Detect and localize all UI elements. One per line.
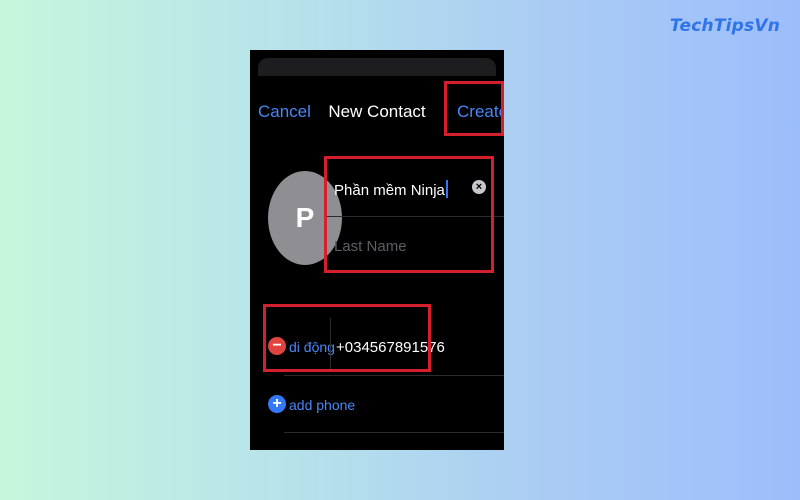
divider: [284, 432, 504, 433]
cancel-button[interactable]: Cancel: [258, 102, 311, 122]
highlight-phone-row: [263, 304, 431, 372]
add-phone-button[interactable]: add phone: [289, 397, 355, 413]
highlight-create: [444, 81, 504, 136]
brand-watermark: TechTipsVn: [669, 16, 780, 36]
avatar-initial: P: [295, 202, 315, 233]
phone-screen: New Contact Cancel Create P Phần mềm Nin…: [250, 50, 504, 450]
sheet-header-bar: [258, 58, 496, 76]
highlight-name-fields: [324, 156, 494, 273]
plus-icon[interactable]: +: [268, 395, 286, 413]
divider: [284, 375, 504, 376]
